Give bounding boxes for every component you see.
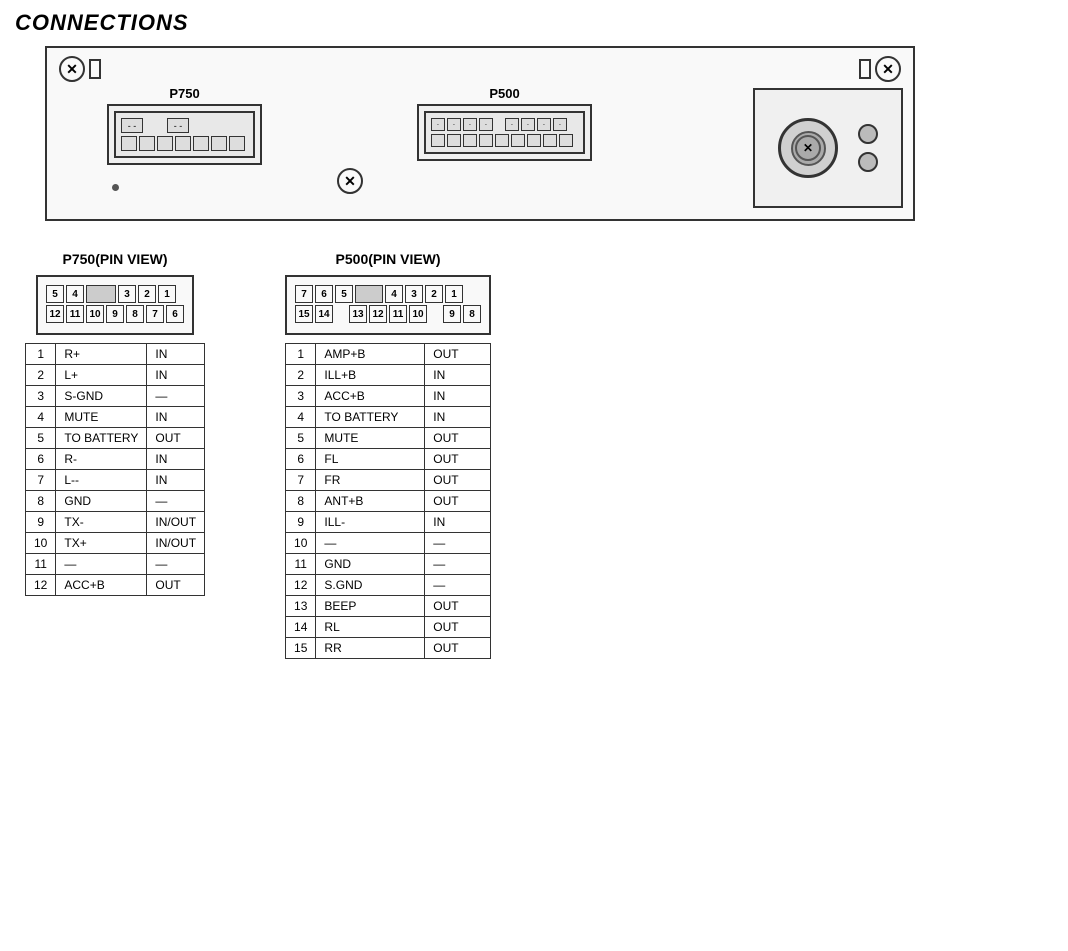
table-row: 9ILL-IN — [286, 512, 491, 533]
p750-pin-5: 5 — [46, 285, 64, 303]
page-title: CONNECTIONS — [15, 10, 1053, 36]
x-circle-middle: ✕ — [337, 168, 363, 194]
p500-bar-1 — [355, 285, 383, 303]
p750-pin-view-label: P750(PIN VIEW) — [63, 251, 168, 267]
p750-pin-10: 10 — [86, 305, 104, 323]
table-row: 4MUTEIN — [26, 407, 205, 428]
p500-section: P500(PIN VIEW) 7 6 5 4 3 2 1 15 14 13 12 — [285, 251, 491, 659]
big-circle: ✕ — [778, 118, 838, 178]
table-row: 5TO BATTERYOUT — [26, 428, 205, 449]
p500-pin-10d: 10 — [409, 305, 427, 323]
table-row: 14RLOUT — [286, 617, 491, 638]
table-row: 9TX-IN/OUT — [26, 512, 205, 533]
x-circle-right: ✕ — [875, 56, 901, 82]
p750-pin-9: 9 — [106, 305, 124, 323]
table-row: 2ILL+BIN — [286, 365, 491, 386]
p500-table: 1AMP+BOUT2ILL+BIN3ACC+BIN4TO BATTERYIN5M… — [285, 343, 491, 659]
p500-pin-14: 14 — [315, 305, 333, 323]
small-rect-right — [859, 59, 871, 79]
p750-table: 1R+IN2L+IN3S-GND—4MUTEIN5TO BATTERYOUT6R… — [25, 343, 205, 596]
p750-pin-7: 7 — [146, 305, 164, 323]
dot-left — [112, 184, 119, 191]
p750-pin-12: 12 — [46, 305, 64, 323]
table-row: 11GND— — [286, 554, 491, 575]
small-circles-group — [858, 124, 878, 172]
p500-pin-6: 6 — [315, 285, 333, 303]
table-row: 12S.GND— — [286, 575, 491, 596]
p750-pin-diagram: 5 4 3 2 1 12 11 10 9 8 7 6 — [36, 275, 194, 335]
p500-pin-3: 3 — [405, 285, 423, 303]
p750-pin-3: 3 — [118, 285, 136, 303]
connector-diagram: ✕ ✕ P750 - - - - — [45, 46, 915, 221]
table-row: 3ACC+BIN — [286, 386, 491, 407]
table-row: 10—— — [286, 533, 491, 554]
p500-pin-view-label: P500(PIN VIEW) — [336, 251, 441, 267]
table-row: 3S-GND— — [26, 386, 205, 407]
p500-pin-4: 4 — [385, 285, 403, 303]
p750-diagram-label: P750 — [107, 86, 262, 101]
p750-pin-4: 4 — [66, 285, 84, 303]
table-row: 7FROUT — [286, 470, 491, 491]
table-row: 4TO BATTERYIN — [286, 407, 491, 428]
table-row: 11—— — [26, 554, 205, 575]
p750-pin-2: 2 — [138, 285, 156, 303]
p500-pin-7: 7 — [295, 285, 313, 303]
right-connector-section: ✕ — [753, 88, 903, 208]
table-row: 8GND— — [26, 491, 205, 512]
table-row: 6R-IN — [26, 449, 205, 470]
p500-diagram-label: P500 — [417, 86, 592, 101]
table-row: 2L+IN — [26, 365, 205, 386]
p500-pin-5: 5 — [335, 285, 353, 303]
p750-gap-1 — [86, 285, 116, 303]
table-row: 6FLOUT — [286, 449, 491, 470]
p500-pin-12d: 12 — [369, 305, 387, 323]
p500-pin-11d: 11 — [389, 305, 407, 323]
table-row: 13BEEPOUT — [286, 596, 491, 617]
table-row: 15RROUT — [286, 638, 491, 659]
p750-pin-6: 6 — [166, 305, 184, 323]
p500-pin-1: 1 — [445, 285, 463, 303]
p500-pin-9d: 9 — [443, 305, 461, 323]
table-row: 8ANT+BOUT — [286, 491, 491, 512]
p500-pin-diagram: 7 6 5 4 3 2 1 15 14 13 12 11 10 9 8 — [285, 275, 491, 335]
tables-section: P750(PIN VIEW) 5 4 3 2 1 12 11 10 9 8 7 … — [25, 251, 1053, 659]
small-circle-2 — [858, 152, 878, 172]
table-row: 5MUTEOUT — [286, 428, 491, 449]
table-row: 1R+IN — [26, 344, 205, 365]
p750-pin-1: 1 — [158, 285, 176, 303]
p500-pin-15: 15 — [295, 305, 313, 323]
p500-pin-13: 13 — [349, 305, 367, 323]
p500-pin-2: 2 — [425, 285, 443, 303]
x-circle-left: ✕ — [59, 56, 85, 82]
table-row: 10TX+IN/OUT — [26, 533, 205, 554]
table-row: 1AMP+BOUT — [286, 344, 491, 365]
table-row: 7L--IN — [26, 470, 205, 491]
table-row: 12ACC+BOUT — [26, 575, 205, 596]
small-circle-1 — [858, 124, 878, 144]
p500-pin-8d: 8 — [463, 305, 481, 323]
p750-pin-11: 11 — [66, 305, 84, 323]
p750-pin-8: 8 — [126, 305, 144, 323]
p750-section: P750(PIN VIEW) 5 4 3 2 1 12 11 10 9 8 7 … — [25, 251, 205, 659]
small-rect-left — [89, 59, 101, 79]
